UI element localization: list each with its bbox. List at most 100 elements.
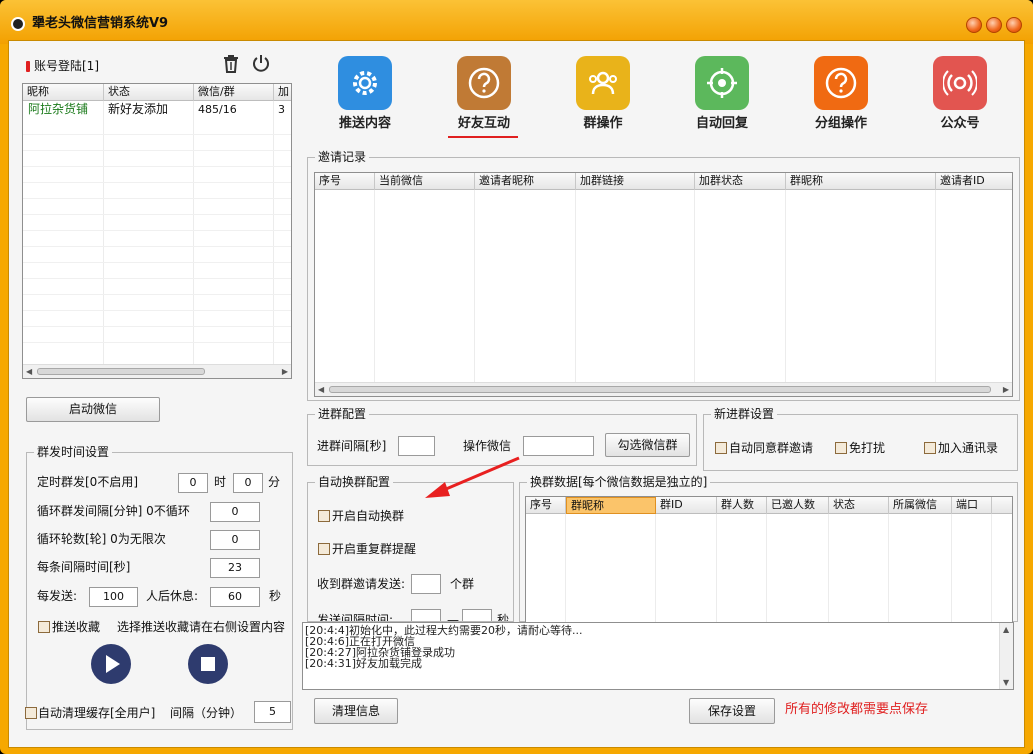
col-inviter-nick[interactable]: 邀请者昵称 [475, 173, 576, 190]
col-group-nick[interactable]: 群昵称 [566, 497, 656, 514]
group-icon [576, 56, 630, 110]
op-wechat-label: 操作微信 [463, 439, 512, 453]
col-add[interactable]: 加 [274, 84, 291, 101]
play-button[interactable] [91, 644, 131, 684]
question-icon [457, 56, 511, 110]
timed-label: 定时群发[0不启用] [37, 475, 138, 489]
push-fav-checkbox[interactable] [38, 621, 50, 633]
each-interval-label: 每条间隔时间[秒] [37, 560, 131, 574]
log-scrollbar[interactable]: ▲ ▼ [999, 623, 1013, 689]
received-label: 收到群邀请发送: [317, 577, 406, 591]
broadcast-icon [933, 56, 987, 110]
tab-label: 群操作 [583, 116, 623, 131]
do-not-disturb-checkbox[interactable] [835, 442, 847, 454]
start-wechat-button[interactable]: 启动微信 [26, 397, 160, 422]
select-wechat-group-button[interactable]: 勾选微信群 [605, 433, 690, 457]
account-table: 昵称 状态 微信/群 加 阿拉杂货铺 新好友添加 485/16 3 ◀ ▶ [22, 83, 292, 379]
auto-switch-clip: 发送间隔时间: — 秒 [309, 601, 514, 621]
question-icon [814, 56, 868, 110]
account-heading: 账号登陆[1] [34, 59, 99, 73]
enable-auto-switch-checkbox[interactable] [318, 510, 330, 522]
save-hint: 所有的修改都需要点保存 [785, 702, 929, 717]
col-group-id[interactable]: 群ID [656, 497, 717, 514]
send-interval-unit: 秒 [497, 613, 510, 621]
col-nick[interactable]: 昵称 [23, 84, 104, 101]
scroll-thumb[interactable] [329, 386, 991, 393]
table-row[interactable]: 阿拉杂货铺 新好友添加 485/16 3 [23, 102, 291, 118]
auto-switch-title: 自动换群配置 [315, 475, 394, 489]
delete-icon[interactable] [222, 54, 240, 73]
col-seq[interactable]: 序号 [315, 173, 375, 190]
rest-seconds-input[interactable]: 60 [210, 587, 260, 607]
interval-dash: — [447, 613, 459, 621]
col-port[interactable]: 端口 [952, 497, 992, 514]
loop-interval-label: 循环群发间隔[分钟] 0不循环 [37, 504, 190, 518]
received-unit: 个群 [450, 577, 475, 591]
maximize-button[interactable] [986, 17, 1002, 33]
auto-accept-checkbox[interactable] [715, 442, 727, 454]
join-interval-input[interactable] [398, 436, 435, 456]
account-table-scrollbar[interactable]: ◀ ▶ [23, 364, 291, 378]
col-seq[interactable]: 序号 [526, 497, 566, 514]
scroll-thumb[interactable] [37, 368, 205, 375]
window-title: 犟老头微信营销系统V9 [32, 16, 169, 31]
row-wx-group: 485/16 [198, 103, 237, 116]
row-nick: 阿拉杂货铺 [28, 102, 89, 116]
log-box[interactable]: [20:4:4]初始化中，此过程大约需要20秒，请耐心等待... [20:4:6… [302, 622, 1014, 690]
col-invited[interactable]: 已邀人数 [767, 497, 829, 514]
account-table-header: 昵称 状态 微信/群 加 [23, 84, 291, 101]
invite-table-header: 序号 当前微信 邀请者昵称 加群链接 加群状态 群昵称 邀请者ID [315, 173, 1012, 190]
timed-min-input[interactable]: 0 [233, 473, 263, 493]
scroll-right-icon[interactable]: ▶ [1003, 385, 1009, 395]
scroll-down-icon[interactable]: ▼ [1003, 678, 1009, 687]
send-interval-input-1[interactable] [411, 609, 441, 621]
target-icon [695, 56, 749, 110]
received-input[interactable] [411, 574, 441, 594]
col-join-link[interactable]: 加群链接 [576, 173, 695, 190]
clear-interval-input[interactable]: 5 [254, 701, 291, 723]
col-status[interactable]: 状态 [104, 84, 194, 101]
col-join-status[interactable]: 加群状态 [695, 173, 786, 190]
timed-hour-input[interactable]: 0 [178, 473, 208, 493]
client-area: 账号登陆[1] 昵称 状态 微信/群 加 阿拉杂货铺 新好友添加 485/16 … [8, 40, 1025, 748]
send-interval-input-2[interactable] [462, 609, 492, 621]
col-wx-group[interactable]: 微信/群 [194, 84, 274, 101]
col-group-nick[interactable]: 群昵称 [786, 173, 936, 190]
col-group-size[interactable]: 群人数 [717, 497, 767, 514]
col-owner-wechat[interactable]: 所属微信 [889, 497, 952, 514]
new-join-title: 新进群设置 [711, 407, 778, 421]
col-status[interactable]: 状态 [829, 497, 889, 514]
tab-label: 好友互动 [457, 116, 510, 131]
repeat-reminder-checkbox[interactable] [318, 543, 330, 555]
scroll-left-icon[interactable]: ◀ [26, 367, 32, 377]
add-contacts-label: 加入通讯录 [938, 441, 999, 455]
loop-rounds-input[interactable]: 0 [210, 530, 260, 550]
scroll-left-icon[interactable]: ◀ [318, 385, 324, 395]
annotation-arrow [425, 456, 520, 498]
loop-interval-input[interactable]: 0 [210, 502, 260, 522]
app-logo-icon [11, 17, 25, 31]
add-contacts-checkbox[interactable] [924, 442, 936, 454]
col-current-wechat[interactable]: 当前微信 [375, 173, 475, 190]
auto-clear-checkbox[interactable] [25, 707, 37, 719]
send-count-input[interactable]: 100 [89, 587, 138, 607]
each-interval-input[interactable]: 23 [210, 558, 260, 578]
op-wechat-input[interactable] [523, 436, 594, 456]
tab-label: 自动回复 [695, 116, 748, 131]
auto-clear-label: 自动清理缓存[全用户] [38, 706, 156, 720]
status-indicator-icon [26, 61, 30, 72]
clear-info-button[interactable]: 清理信息 [314, 698, 398, 724]
col-inviter-id[interactable]: 邀请者ID [936, 173, 1012, 190]
close-button[interactable] [1006, 17, 1022, 33]
invite-table-scrollbar[interactable]: ◀ ▶ [315, 382, 1012, 396]
switch-data-title: 换群数据[每个微信数据是独立的] [527, 475, 711, 489]
schedule-title: 群发时间设置 [34, 445, 113, 459]
power-icon[interactable] [251, 53, 271, 73]
scroll-right-icon[interactable]: ▶ [282, 367, 288, 377]
stop-button[interactable] [188, 644, 228, 684]
switch-data-table: 序号 群昵称 群ID 群人数 已邀人数 状态 所属微信 端口 [525, 496, 1013, 622]
push-fav-label: 推送收藏 [52, 620, 101, 634]
minimize-button[interactable] [966, 17, 982, 33]
save-settings-button[interactable]: 保存设置 [689, 698, 775, 724]
scroll-up-icon[interactable]: ▲ [1003, 625, 1009, 634]
